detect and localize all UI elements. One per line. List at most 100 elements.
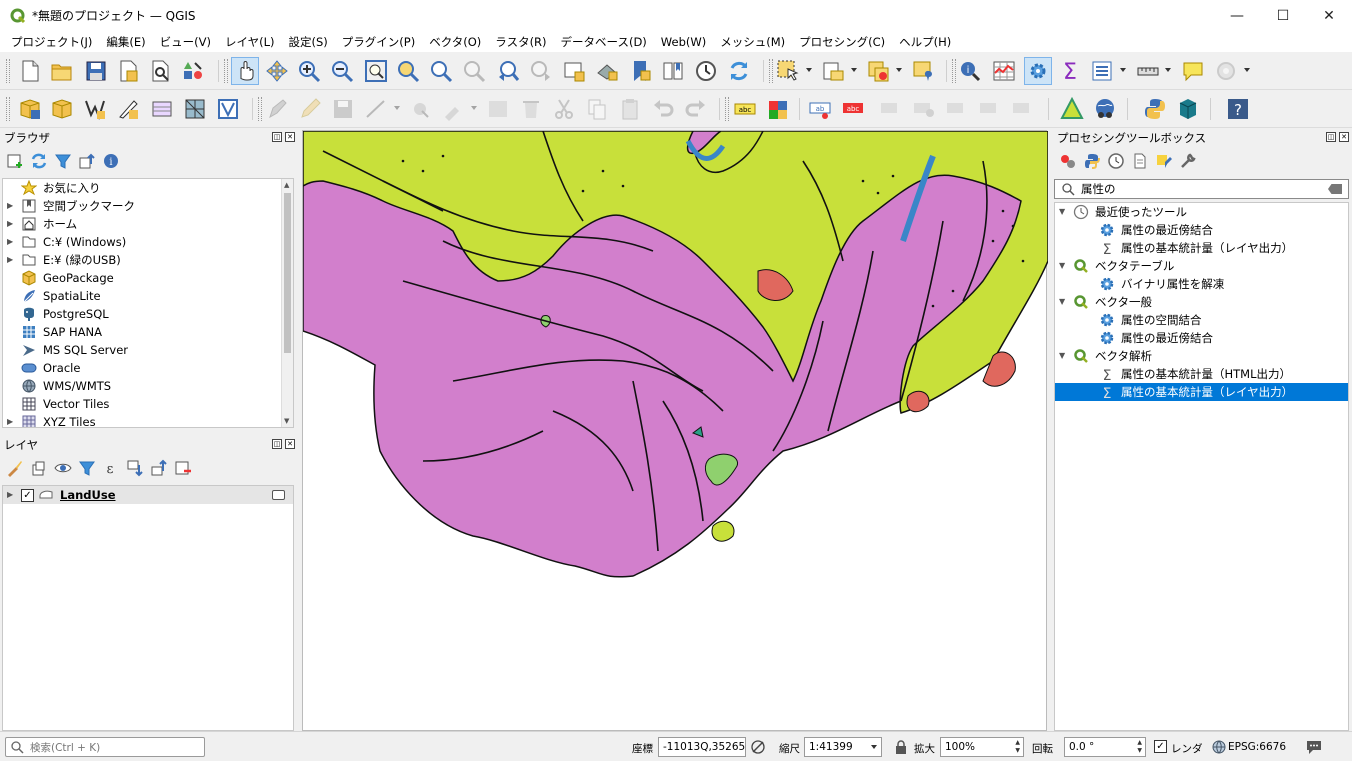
maximize-button[interactable]: ☐ <box>1260 0 1306 31</box>
processing-toolbox-icon[interactable] <box>1024 57 1052 85</box>
menu-database[interactable]: データベース(D) <box>554 34 654 50</box>
zoom-out-icon[interactable] <box>330 59 354 83</box>
menu-raster[interactable]: ラスタ(R) <box>488 34 553 50</box>
scale-dropdown-arrow[interactable] <box>871 745 877 749</box>
select-by-value-dropdown-arrow[interactable] <box>851 68 857 72</box>
tree-item[interactable]: ▶ 空間ブックマーク <box>3 197 293 215</box>
plugin-manager-icon[interactable] <box>1176 97 1200 121</box>
toolbox-algorithm-selected[interactable]: Σ 属性の基本統計量（レイヤ出力） <box>1055 383 1348 401</box>
search-tool-icon[interactable] <box>1214 59 1238 83</box>
new-map-view-icon[interactable] <box>562 59 586 83</box>
python-console-icon[interactable] <box>1143 97 1167 121</box>
messages-icon[interactable] <box>1305 739 1323 755</box>
move-label-icon[interactable] <box>879 97 903 121</box>
coordinate-field[interactable]: -11013Q,35265 <box>658 737 746 757</box>
toolbox-float-button[interactable]: ◫ <box>1326 132 1336 142</box>
menu-view[interactable]: ビュー(V) <box>153 34 218 50</box>
select-by-value-icon[interactable] <box>821 59 845 83</box>
open-attribute-table-icon[interactable] <box>992 59 1016 83</box>
statistical-summary-icon[interactable]: Σ <box>1058 59 1082 83</box>
edit-layer-icon[interactable] <box>266 97 290 121</box>
delete-selected-icon[interactable] <box>519 97 543 121</box>
measure-line-icon[interactable] <box>1136 59 1160 83</box>
toolbox-group-vector-analysis[interactable]: ▼ ベクタ解析 <box>1055 347 1348 365</box>
tree-item[interactable]: Vector Tiles <box>3 395 293 413</box>
open-project-icon[interactable] <box>50 59 74 83</box>
layer-row[interactable]: ▶ ✓ LandUse <box>3 486 293 504</box>
edit-features-inplace-icon[interactable] <box>1155 152 1173 170</box>
toolbar-grip-4[interactable] <box>952 59 956 83</box>
models-icon[interactable] <box>1059 152 1077 170</box>
manage-visibility-icon[interactable] <box>54 459 72 477</box>
zoom-last-icon[interactable] <box>496 59 520 83</box>
crs-globe-icon[interactable] <box>1212 740 1226 754</box>
add-line-dropdown-arrow[interactable] <box>394 106 400 110</box>
rotation-field[interactable]: 0.0 ° ▲ ▼ <box>1064 737 1146 757</box>
new-shapefile-icon[interactable] <box>83 97 107 121</box>
history-clock-icon[interactable] <box>1107 152 1125 170</box>
highlight-labels-icon[interactable]: abc <box>841 97 865 121</box>
toolbox-algorithm[interactable]: 属性の空間結合 <box>1055 311 1348 329</box>
help-icon[interactable]: ? <box>1226 97 1250 121</box>
print-layout-icon[interactable] <box>148 59 172 83</box>
clear-search-icon[interactable] <box>1328 184 1342 194</box>
lock-scale-icon[interactable] <box>894 739 908 755</box>
toolbox-group-vector-general[interactable]: ▼ ベクタ一般 <box>1055 293 1348 311</box>
toolbox-options-icon[interactable] <box>1179 152 1197 170</box>
toolbox-algorithm[interactable]: 属性の最近傍結合 <box>1055 329 1348 347</box>
change-label-icon[interactable] <box>1011 97 1035 121</box>
new-bookmark-icon[interactable] <box>628 59 652 83</box>
toolbox-algorithm[interactable]: Σ 属性の基本統計量（レイヤ出力） <box>1055 239 1348 257</box>
zoom-native-icon[interactable] <box>462 59 486 83</box>
search-tool-dropdown-arrow[interactable] <box>1244 68 1250 72</box>
rotate-label-icon[interactable] <box>978 97 1002 121</box>
add-group-icon[interactable] <box>30 459 48 477</box>
menu-mesh[interactable]: メッシュ(M) <box>713 34 792 50</box>
select-features-icon[interactable] <box>776 59 800 83</box>
browser-refresh-icon[interactable] <box>30 152 48 170</box>
tree-item[interactable]: ▶ E:¥ (緑のUSB) <box>3 251 293 269</box>
menu-web[interactable]: Web(W) <box>654 35 713 49</box>
tree-item[interactable]: PostgreSQL <box>3 305 293 323</box>
vertex-tool-icon[interactable] <box>408 97 432 121</box>
crs-label[interactable]: EPSG:6676 <box>1228 741 1286 753</box>
browser-scrollbar[interactable]: ▲ ▼ <box>281 179 293 427</box>
new-geopackage-icon[interactable] <box>50 97 74 121</box>
filter-expression-icon[interactable]: ε <box>102 459 120 477</box>
copy-features-icon[interactable] <box>585 97 609 121</box>
menu-help[interactable]: ヘルプ(H) <box>892 34 958 50</box>
browser-scrollbar-thumb[interactable] <box>284 193 291 353</box>
toolbar-grip-5[interactable] <box>6 97 10 121</box>
menu-edit[interactable]: 編集(E) <box>99 34 152 50</box>
filter-icon[interactable] <box>54 152 72 170</box>
browser-float-button[interactable]: ◫ <box>272 132 282 142</box>
cut-features-icon[interactable] <box>552 97 576 121</box>
menu-processing[interactable]: プロセシング(C) <box>792 34 892 50</box>
mouse-coordinate-toggle-icon[interactable] <box>750 739 766 755</box>
toolbox-search-box[interactable]: 属性の <box>1054 179 1349 199</box>
attribute-form-icon[interactable] <box>1090 59 1114 83</box>
paste-features-icon[interactable] <box>618 97 642 121</box>
toolbox-group-recent[interactable]: ▼ 最近使ったツール <box>1055 203 1348 221</box>
attribute-form-dropdown-arrow[interactable] <box>1120 68 1126 72</box>
tree-item[interactable]: WMS/WMTS <box>3 377 293 395</box>
layer-styling-icon[interactable] <box>6 459 24 477</box>
new-3d-view-icon[interactable] <box>595 59 619 83</box>
select-location-icon[interactable] <box>911 59 935 83</box>
magnifier-spinner[interactable]: ▲ ▼ <box>1015 739 1020 755</box>
map-tips-icon[interactable] <box>1181 59 1205 83</box>
menu-settings[interactable]: 設定(S) <box>282 34 335 50</box>
new-mesh-layer-icon[interactable] <box>183 97 207 121</box>
browser-close-button[interactable]: ✕ <box>285 132 295 142</box>
magnifier-field[interactable]: 100% ▲ ▼ <box>940 737 1024 757</box>
zoom-full-icon[interactable] <box>364 59 388 83</box>
pan-map-icon[interactable] <box>231 57 259 85</box>
tree-item[interactable]: ▶ ホーム <box>3 215 293 233</box>
modify-dropdown-arrow[interactable] <box>471 106 477 110</box>
layer-labeling-icon[interactable]: abc <box>733 97 757 121</box>
menu-plugins[interactable]: プラグイン(P) <box>335 34 422 50</box>
toolbar-grip-6[interactable] <box>258 97 262 121</box>
scale-field[interactable]: 1:41399 <box>804 737 882 757</box>
locator-search[interactable]: 検索(Ctrl + K) <box>5 737 205 757</box>
tree-item[interactable]: Oracle <box>3 359 293 377</box>
